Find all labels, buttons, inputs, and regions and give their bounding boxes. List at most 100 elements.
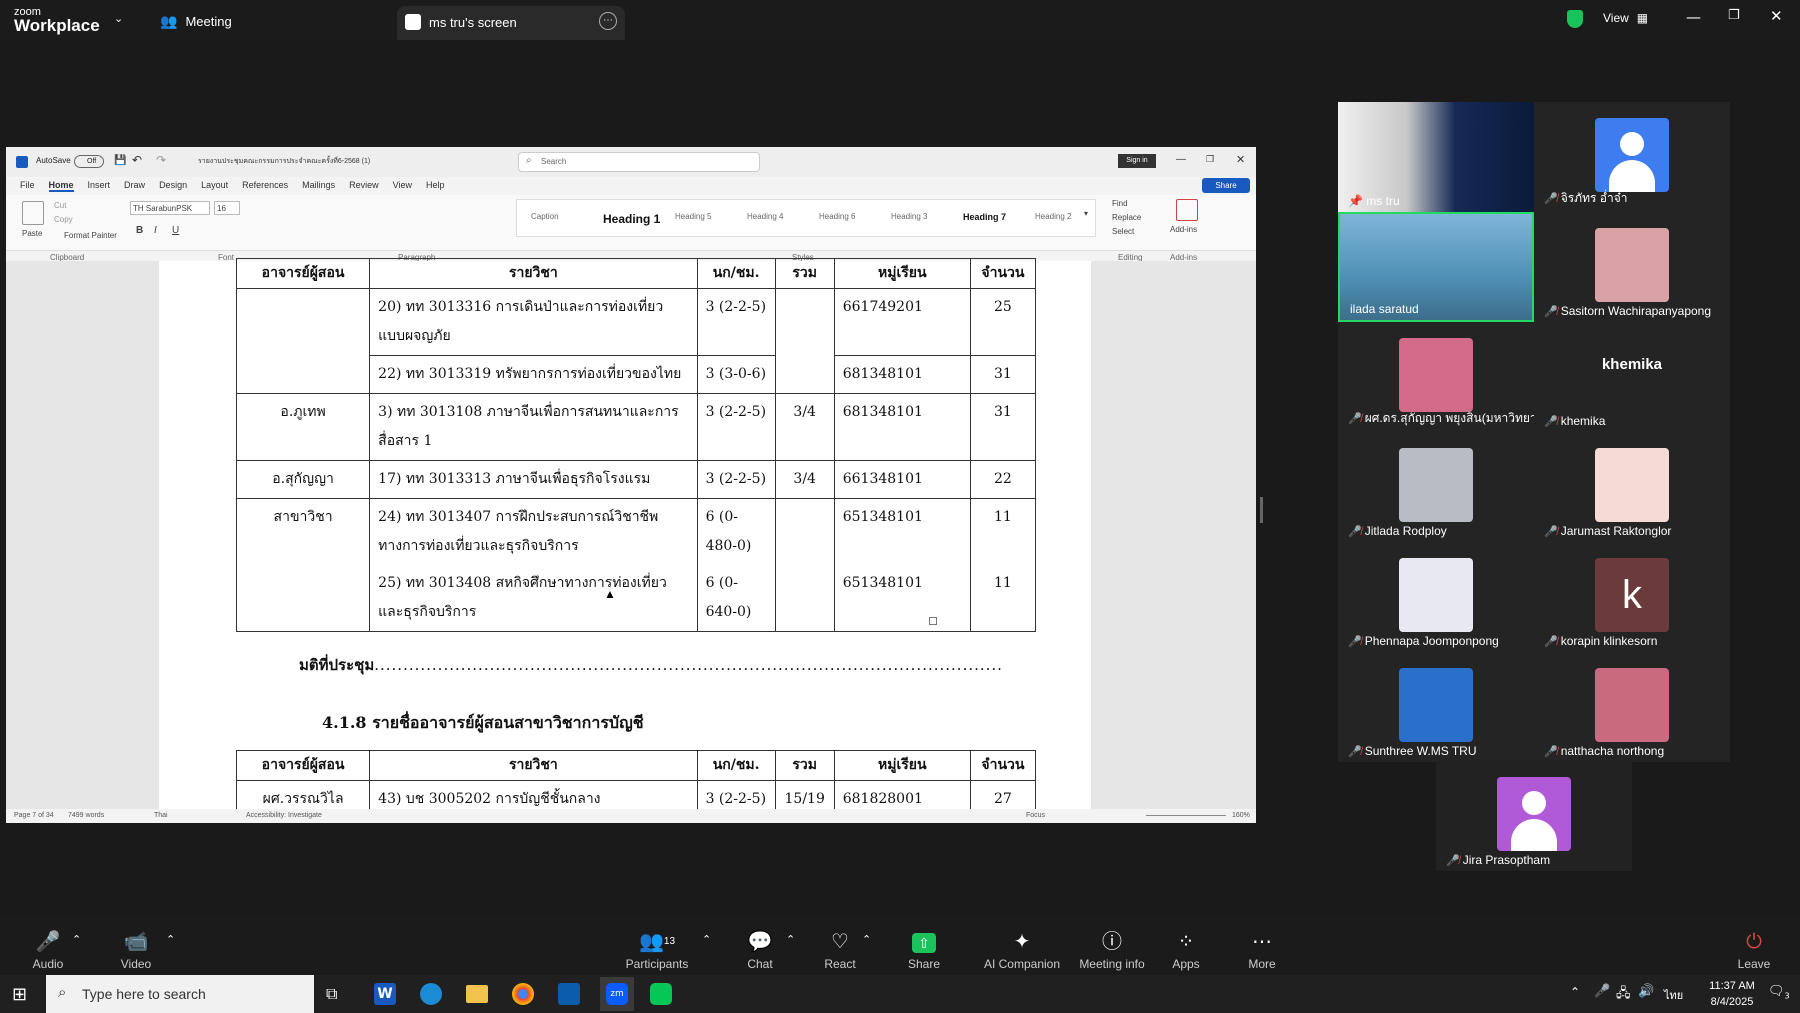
line-app-icon[interactable] bbox=[650, 983, 672, 1005]
zoom-slider[interactable] bbox=[1146, 815, 1226, 816]
participant-tile[interactable]: khemika 🎤̸ khemika bbox=[1534, 322, 1730, 432]
notification-icon[interactable]: 🗨3 bbox=[1768, 984, 1790, 1001]
video-options-chevron-icon[interactable]: ⌃ bbox=[166, 933, 175, 946]
undo-icon[interactable]: ↶ bbox=[132, 153, 142, 167]
participant-tile[interactable]: k 🎤̸ korapin klinkesorn bbox=[1534, 542, 1730, 652]
participant-tile[interactable]: 🎤̸ Sunthree W.MS TRU bbox=[1338, 652, 1534, 762]
document-page[interactable]: อาจารย์ผู้สอน รายวิชา นก/ชม. รวม หมู่เรี… bbox=[159, 258, 1091, 819]
word-minimize-button[interactable]: — bbox=[1176, 154, 1186, 165]
word-tab-layout[interactable]: Layout bbox=[201, 180, 228, 190]
word-tab-help[interactable]: Help bbox=[426, 180, 445, 190]
styles-more-icon[interactable]: ▾ bbox=[1084, 209, 1088, 218]
word-share-button[interactable]: Share bbox=[1202, 178, 1250, 193]
volume-icon[interactable]: 🔊 bbox=[1638, 984, 1654, 999]
accessibility-status[interactable]: Accessibility: Investigate bbox=[246, 812, 322, 819]
share-button[interactable]: ⇧ Share bbox=[884, 915, 964, 971]
style-heading-7[interactable]: Heading 7 bbox=[963, 212, 1006, 222]
meeting-tab[interactable]: 👥 Meeting bbox=[160, 13, 232, 30]
clock[interactable]: 11:37 AM 8/4/2025 bbox=[1700, 978, 1764, 1010]
participant-tile[interactable]: 📌 ms tru bbox=[1338, 102, 1534, 212]
italic-button[interactable]: I bbox=[154, 225, 157, 236]
microphone-tray-icon[interactable]: 🎤 bbox=[1594, 984, 1610, 999]
file-explorer-icon[interactable] bbox=[466, 985, 488, 1003]
word-tab-view[interactable]: View bbox=[393, 180, 412, 190]
cut-button[interactable]: Cut bbox=[54, 201, 66, 210]
style-heading-1[interactable]: Heading 1 bbox=[603, 212, 660, 226]
view-button[interactable]: View ▦ bbox=[1603, 11, 1648, 25]
audio-options-chevron-icon[interactable]: ⌃ bbox=[72, 933, 81, 946]
word-search-input[interactable]: ⌕ Search bbox=[518, 152, 760, 172]
restore-button[interactable]: ❐ bbox=[1728, 8, 1740, 23]
participant-tile[interactable]: 🎤̸ Jitlada Rodploy bbox=[1338, 432, 1534, 542]
style-heading-2[interactable]: Heading 2 bbox=[1035, 212, 1071, 221]
chat-chevron-icon[interactable]: ⌃ bbox=[786, 933, 795, 946]
bold-button[interactable]: B bbox=[136, 225, 143, 236]
select-button[interactable]: Select bbox=[1112, 227, 1134, 236]
font-size-select[interactable]: 16 bbox=[214, 201, 240, 215]
style-heading-6[interactable]: Heading 6 bbox=[819, 212, 855, 221]
input-language[interactable]: ไทย bbox=[1664, 986, 1683, 1004]
add-ins-icon[interactable] bbox=[1176, 199, 1198, 221]
zoom-workplace-logo[interactable]: zoom Workplace bbox=[14, 5, 100, 34]
word-taskbar-icon[interactable]: W bbox=[374, 983, 396, 1005]
word-tab-draw[interactable]: Draw bbox=[124, 180, 145, 190]
video-button[interactable]: 📹 Video bbox=[96, 915, 176, 971]
chevron-down-icon[interactable]: ⌄ bbox=[114, 12, 123, 25]
style-heading-5[interactable]: Heading 5 bbox=[675, 212, 711, 221]
close-button[interactable]: ✕ bbox=[1770, 7, 1783, 25]
tray-chevron-icon[interactable]: ⌃ bbox=[1570, 985, 1580, 999]
participants-chevron-icon[interactable]: ⌃ bbox=[702, 933, 711, 946]
participant-tile[interactable]: 🎤̸ ผศ.ดร.สุกัญญา พยุงสิน(มหาวิทยา... bbox=[1338, 322, 1547, 432]
table-resize-handle[interactable] bbox=[929, 617, 937, 625]
sign-in-button[interactable]: Sign in bbox=[1118, 154, 1156, 168]
word-tab-review[interactable]: Review bbox=[349, 180, 379, 190]
leave-button[interactable]: ⏻ Leave bbox=[1714, 915, 1794, 971]
apps-button[interactable]: ⁘ Apps bbox=[1146, 915, 1226, 971]
word-tab-home[interactable]: Home bbox=[48, 180, 74, 192]
focus-button[interactable]: Focus bbox=[1026, 812, 1045, 819]
copy-button[interactable]: Copy bbox=[54, 215, 73, 224]
underline-button[interactable]: U bbox=[172, 225, 179, 236]
taskbar-search-input[interactable]: ⌕ Type here to search bbox=[46, 975, 314, 1013]
style-heading-3[interactable]: Heading 3 bbox=[891, 212, 927, 221]
share-screen-tab[interactable]: ms tru's screen ⋯ bbox=[397, 6, 625, 40]
replace-button[interactable]: Replace bbox=[1112, 213, 1141, 222]
paste-icon[interactable] bbox=[22, 201, 44, 225]
word-tab-references[interactable]: References bbox=[242, 180, 288, 190]
more-button[interactable]: ⋯ More bbox=[1222, 915, 1302, 971]
participant-tile[interactable]: 🎤̸ Sasitorn Wachirapanyapong bbox=[1534, 212, 1730, 322]
network-icon[interactable]: 🖧 bbox=[1616, 984, 1631, 1006]
zoom-taskbar-active[interactable]: zm bbox=[600, 977, 634, 1011]
participant-tile[interactable]: 🎤̸ Phennapa Joomponpong bbox=[1338, 542, 1534, 652]
windows-start-icon[interactable]: ⊞ bbox=[12, 984, 27, 1005]
chrome-icon[interactable] bbox=[512, 983, 534, 1005]
store-app-icon[interactable] bbox=[558, 983, 580, 1005]
save-icon[interactable]: 💾 bbox=[114, 155, 126, 166]
style-caption[interactable]: Caption bbox=[531, 212, 559, 221]
task-view-icon[interactable]: ⧉ bbox=[326, 984, 337, 1004]
word-close-button[interactable]: ✕ bbox=[1236, 153, 1245, 166]
word-tab-file[interactable]: File bbox=[20, 180, 35, 190]
minimize-button[interactable]: — bbox=[1686, 8, 1701, 26]
word-restore-button[interactable]: ❐ bbox=[1206, 154, 1214, 165]
splitter-handle[interactable] bbox=[1260, 497, 1263, 523]
participant-tile-active[interactable]: ilada saratud bbox=[1338, 212, 1534, 322]
more-options-icon[interactable]: ⋯ bbox=[599, 12, 617, 30]
participants-button[interactable]: 👥13 Participants bbox=[617, 915, 697, 971]
participant-tile[interactable]: 🎤̸ Jira Prasoptham bbox=[1436, 761, 1632, 871]
find-button[interactable]: Find bbox=[1112, 199, 1128, 208]
edge-icon[interactable] bbox=[420, 983, 442, 1005]
redo-icon[interactable]: ↷ bbox=[156, 153, 166, 167]
participant-tile[interactable]: 🎤̸ natthacha northong bbox=[1534, 652, 1730, 762]
autosave-toggle[interactable]: Off bbox=[74, 155, 104, 168]
react-chevron-icon[interactable]: ⌃ bbox=[862, 933, 871, 946]
word-tab-design[interactable]: Design bbox=[159, 180, 187, 190]
style-heading-4[interactable]: Heading 4 bbox=[747, 212, 783, 221]
participant-tile[interactable]: 🎤̸ จิรภัทร อ่ำจ๋า bbox=[1534, 102, 1730, 212]
format-painter-button[interactable]: Format Painter bbox=[64, 231, 117, 240]
font-name-select[interactable]: TH SarabunPSK bbox=[130, 201, 210, 215]
word-tab-mailings[interactable]: Mailings bbox=[302, 180, 335, 190]
ai-companion-button[interactable]: ✦ AI Companion bbox=[972, 915, 1072, 971]
participant-tile[interactable]: 🎤̸ Jarumast Raktonglor bbox=[1534, 432, 1730, 542]
word-tab-insert[interactable]: Insert bbox=[88, 180, 111, 190]
